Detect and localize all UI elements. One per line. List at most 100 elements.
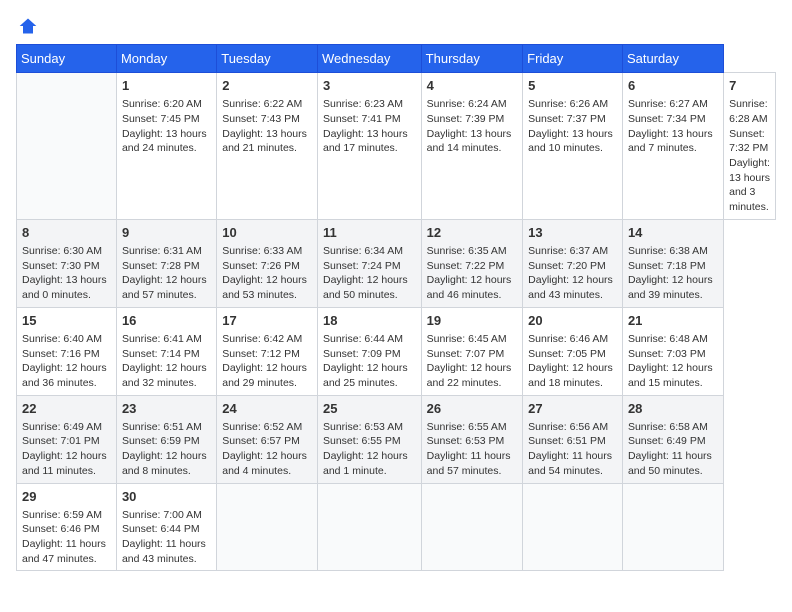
day-info: Sunrise: 6:42 AMSunset: 7:12 PMDaylight:… (222, 332, 312, 391)
day-number: 14 (628, 224, 718, 242)
day-info: Sunrise: 6:31 AMSunset: 7:28 PMDaylight:… (122, 244, 211, 303)
day-info: Sunrise: 6:30 AMSunset: 7:30 PMDaylight:… (22, 244, 111, 303)
day-info: Sunrise: 6:41 AMSunset: 7:14 PMDaylight:… (122, 332, 211, 391)
calendar-cell: 4 Sunrise: 6:24 AMSunset: 7:39 PMDaylight… (421, 73, 523, 220)
day-number: 18 (323, 312, 416, 330)
calendar-header: SundayMondayTuesdayWednesdayThursdayFrid… (17, 45, 776, 73)
day-number: 16 (122, 312, 211, 330)
day-number: 25 (323, 400, 416, 418)
calendar-cell: 23 Sunrise: 6:51 AMSunset: 6:59 PMDayligh… (116, 395, 216, 483)
day-info: Sunrise: 6:26 AMSunset: 7:37 PMDaylight:… (528, 97, 617, 156)
day-number: 30 (122, 488, 211, 506)
day-number: 26 (427, 400, 518, 418)
day-number: 6 (628, 77, 718, 95)
day-header-saturday: Saturday (622, 45, 723, 73)
day-number: 7 (729, 77, 770, 95)
day-info: Sunrise: 6:37 AMSunset: 7:20 PMDaylight:… (528, 244, 617, 303)
calendar-cell: 21Sunrise: 6:48 AMSunset: 7:03 PMDayligh… (622, 307, 723, 395)
calendar-cell (523, 483, 623, 571)
day-number: 22 (22, 400, 111, 418)
calendar-cell (217, 483, 318, 571)
day-info: Sunrise: 6:44 AMSunset: 7:09 PMDaylight:… (323, 332, 416, 391)
day-info: Sunrise: 6:23 AMSunset: 7:41 PMDaylight:… (323, 97, 416, 156)
calendar-cell: 15 Sunrise: 6:40 AMSunset: 7:16 PMDayligh… (17, 307, 117, 395)
calendar-cell: 9 Sunrise: 6:31 AMSunset: 7:28 PMDaylight… (116, 219, 216, 307)
day-info: Sunrise: 6:51 AMSunset: 6:59 PMDaylight:… (122, 420, 211, 479)
day-number: 17 (222, 312, 312, 330)
day-number: 24 (222, 400, 312, 418)
calendar-cell: 25 Sunrise: 6:53 AMSunset: 6:55 PMDayligh… (318, 395, 422, 483)
day-info: Sunrise: 6:53 AMSunset: 6:55 PMDaylight:… (323, 420, 416, 479)
day-header-friday: Friday (523, 45, 623, 73)
logo-icon (18, 16, 38, 36)
day-info: Sunrise: 6:20 AMSunset: 7:45 PMDaylight:… (122, 97, 211, 156)
day-number: 10 (222, 224, 312, 242)
calendar-cell: 13 Sunrise: 6:37 AMSunset: 7:20 PMDayligh… (523, 219, 623, 307)
day-number: 1 (122, 77, 211, 95)
day-info: Sunrise: 6:38 AMSunset: 7:18 PMDaylight:… (628, 244, 718, 303)
calendar-cell: 1 Sunrise: 6:20 AMSunset: 7:45 PMDaylight… (116, 73, 216, 220)
calendar-cell: 12 Sunrise: 6:35 AMSunset: 7:22 PMDayligh… (421, 219, 523, 307)
day-number: 8 (22, 224, 111, 242)
calendar-cell: 7 Sunrise: 6:28 AMSunset: 7:32 PMDaylight… (724, 73, 776, 220)
day-header-tuesday: Tuesday (217, 45, 318, 73)
day-number: 12 (427, 224, 518, 242)
calendar-cell: 30 Sunrise: 7:00 AMSunset: 6:44 PMDayligh… (116, 483, 216, 571)
day-number: 27 (528, 400, 617, 418)
day-number: 15 (22, 312, 111, 330)
calendar-cell: 10 Sunrise: 6:33 AMSunset: 7:26 PMDayligh… (217, 219, 318, 307)
calendar-cell: 20 Sunrise: 6:46 AMSunset: 7:05 PMDayligh… (523, 307, 623, 395)
day-number: 5 (528, 77, 617, 95)
day-info: Sunrise: 6:24 AMSunset: 7:39 PMDaylight:… (427, 97, 518, 156)
calendar-cell: 14 Sunrise: 6:38 AMSunset: 7:18 PMDayligh… (622, 219, 723, 307)
day-header-wednesday: Wednesday (318, 45, 422, 73)
calendar-cell: 2 Sunrise: 6:22 AMSunset: 7:43 PMDaylight… (217, 73, 318, 220)
day-number: 19 (427, 312, 518, 330)
day-info: Sunrise: 6:46 AMSunset: 7:05 PMDaylight:… (528, 332, 617, 391)
day-info: Sunrise: 6:45 AMSunset: 7:07 PMDaylight:… (427, 332, 518, 391)
day-header-monday: Monday (116, 45, 216, 73)
page-header (16, 16, 776, 36)
day-number: 28 (628, 400, 718, 418)
day-info: Sunrise: 6:59 AMSunset: 6:46 PMDaylight:… (22, 508, 111, 567)
calendar-cell: 29 Sunrise: 6:59 AMSunset: 6:46 PMDayligh… (17, 483, 117, 571)
day-info: Sunrise: 6:55 AMSunset: 6:53 PMDaylight:… (427, 420, 518, 479)
day-info: Sunrise: 6:52 AMSunset: 6:57 PMDaylight:… (222, 420, 312, 479)
calendar-table: SundayMondayTuesdayWednesdayThursdayFrid… (16, 44, 776, 571)
calendar-cell: 28 Sunrise: 6:58 AMSunset: 6:49 PMDayligh… (622, 395, 723, 483)
calendar-cell: 17 Sunrise: 6:42 AMSunset: 7:12 PMDayligh… (217, 307, 318, 395)
day-header-sunday: Sunday (17, 45, 117, 73)
day-number: 4 (427, 77, 518, 95)
day-info: Sunrise: 6:28 AMSunset: 7:32 PMDaylight:… (729, 97, 770, 215)
calendar-cell: 24 Sunrise: 6:52 AMSunset: 6:57 PMDayligh… (217, 395, 318, 483)
calendar-cell: 5 Sunrise: 6:26 AMSunset: 7:37 PMDaylight… (523, 73, 623, 220)
day-info: Sunrise: 6:33 AMSunset: 7:26 PMDaylight:… (222, 244, 312, 303)
day-number: 13 (528, 224, 617, 242)
day-number: 20 (528, 312, 617, 330)
calendar-cell (17, 73, 117, 220)
day-info: Sunrise: 6:49 AMSunset: 7:01 PMDaylight:… (22, 420, 111, 479)
day-info: Sunrise: 6:35 AMSunset: 7:22 PMDaylight:… (427, 244, 518, 303)
calendar-cell: 18 Sunrise: 6:44 AMSunset: 7:09 PMDayligh… (318, 307, 422, 395)
day-info: Sunrise: 6:40 AMSunset: 7:16 PMDaylight:… (22, 332, 111, 391)
calendar-cell: 3 Sunrise: 6:23 AMSunset: 7:41 PMDaylight… (318, 73, 422, 220)
day-info: Sunrise: 6:56 AMSunset: 6:51 PMDaylight:… (528, 420, 617, 479)
calendar-cell: 11Sunrise: 6:34 AMSunset: 7:24 PMDayligh… (318, 219, 422, 307)
calendar-cell: 22 Sunrise: 6:49 AMSunset: 7:01 PMDayligh… (17, 395, 117, 483)
day-number: 23 (122, 400, 211, 418)
calendar-cell (318, 483, 422, 571)
calendar-cell: 6 Sunrise: 6:27 AMSunset: 7:34 PMDaylight… (622, 73, 723, 220)
day-number: 29 (22, 488, 111, 506)
day-info: Sunrise: 6:58 AMSunset: 6:49 PMDaylight:… (628, 420, 718, 479)
day-info: Sunrise: 6:27 AMSunset: 7:34 PMDaylight:… (628, 97, 718, 156)
calendar-cell (421, 483, 523, 571)
day-number: 2 (222, 77, 312, 95)
day-number: 21 (628, 312, 718, 330)
day-number: 9 (122, 224, 211, 242)
logo (16, 16, 38, 36)
day-number: 11 (323, 224, 416, 242)
day-number: 3 (323, 77, 416, 95)
day-info: Sunrise: 7:00 AMSunset: 6:44 PMDaylight:… (122, 508, 211, 567)
day-info: Sunrise: 6:22 AMSunset: 7:43 PMDaylight:… (222, 97, 312, 156)
calendar-cell: 26 Sunrise: 6:55 AMSunset: 6:53 PMDayligh… (421, 395, 523, 483)
